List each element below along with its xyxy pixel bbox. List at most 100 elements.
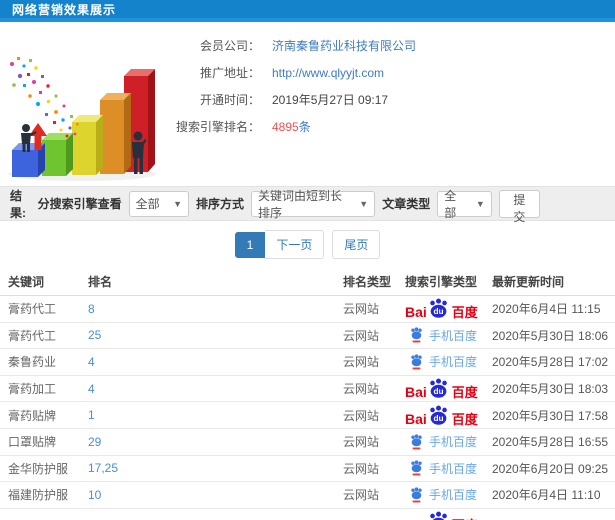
article-select-value: 全部 [444,188,457,220]
baidu-logo: Bai du 百度 [405,298,478,319]
rank-link[interactable]: 10 [88,488,343,502]
rank-type-cell: 云网站 [343,488,380,503]
growth-chart-illustration [8,57,156,181]
rank-type-cell: 云网站 [343,435,380,450]
summary-section: 会员公司： 济南秦鲁药业科技有限公司 推广地址： http://www.qlyy… [0,22,615,186]
submit-button[interactable]: 提交 [498,189,540,224]
promo-url-link[interactable]: http://www.qlyyjt.com [272,66,384,80]
engine-cell: Bai du 百度 手机百度 [405,353,492,370]
keyword-cell: 金华防护服 [8,461,69,476]
caret-down-icon: ▼ [173,198,182,209]
table-row: 膏药贴牌 1 云网站 Bai du 百度 2020年5月30日 17:58 [0,402,615,429]
promo-url-row: 推广地址： http://www.qlyyjt.com [168,59,416,86]
baidu-paw-icon: du [430,511,447,520]
updated-cell: 2020年6月4日 11:15 [492,302,601,317]
article-type-select[interactable]: 全部 ▼ [437,189,492,220]
last-page-button[interactable]: 尾页 [332,230,381,259]
title-bar: 网络营销效果展示 [0,0,615,22]
rank-link[interactable]: 25 [88,328,343,342]
member-company-link[interactable]: 济南秦鲁药业科技有限公司 [272,37,416,54]
engine-cell: Bai du 百度 手机百度 [405,511,492,520]
bar-orange [100,93,131,174]
open-time-row: 开通时间： 2019年5月27日 09:17 [168,86,416,113]
rank-type-cell: 云网站 [343,355,380,370]
mobile-paw-icon [411,354,422,370]
sort-select[interactable]: 关键词由短到长排序 ▼ [251,189,376,220]
engine-cell: Bai du 百度 手机百度 [405,298,492,319]
mobile-baidu-icon: 手机百度 [409,460,477,477]
baidu-paw-icon: du [430,405,447,425]
engine-select-value: 全部 [135,197,160,211]
rank-type-cell: 云网站 [343,408,380,423]
rank-link[interactable]: 1 [88,408,343,422]
engine-cell: Bai du 百度 手机百度 [405,460,492,477]
rank-link[interactable]: 8 [88,302,343,316]
page-title: 网络营销效果展示 [12,2,117,17]
filter-bar: 结果: 分搜索引擎查看 全部 ▼ 排序方式 关键词由短到长排序 ▼ 文章类型 全… [0,186,615,224]
engine-cell: Bai du 百度 手机百度 [405,433,492,450]
mobile-baidu-icon: 手机百度 [409,486,477,503]
mobile-paw-icon [411,434,422,450]
updated-cell: 2020年6月4日 11:10 [492,488,601,503]
svg-text:du: du [433,413,443,423]
mobile-paw-icon [411,327,422,343]
baidu-logo: Bai du 百度 [405,511,478,520]
engine-rank-value: 4895条 [272,118,311,135]
member-company-label: 会员公司： [199,39,260,53]
keyword-cell: 膏药贴牌 [8,408,57,423]
page-1-button[interactable]: 1 [234,231,266,258]
rank-type-cell: 云网站 [343,382,380,397]
table-header: 关键词 排名 排名类型 搜索引擎类型 最新更新时间 [0,268,615,296]
keyword-cell: 膏药代工 [8,302,57,317]
mobile-baidu-icon: 手机百度 [409,353,477,370]
header-rank-type: 排名类型 [343,275,392,289]
mobile-paw-icon [411,460,422,476]
rank-type-cell: 云网站 [343,302,380,317]
table-row: 福建防护服 10 云网站 Bai du 百度 [0,482,615,509]
table-row: 口罩贴牌 29 云网站 Bai du 百度 [0,429,615,456]
table-row: Bai du 百度 手机百度 [0,509,615,520]
baidu-paw-icon: du [430,298,447,319]
rank-link[interactable]: 4 [88,355,343,369]
keyword-cell: 秦鲁药业 [8,355,57,370]
next-page-button[interactable]: 下一页 [265,230,325,259]
keyword-cell: 口罩贴牌 [8,435,57,450]
updated-cell: 2020年5月30日 17:58 [492,408,609,423]
table-body: 膏药代工 8 云网站 Bai du 百度 2020年6月4日 11:15 膏药代… [0,296,615,520]
mobile-baidu-icon: 手机百度 [409,433,477,450]
engine-select[interactable]: 全部 ▼ [128,190,189,217]
table-row: 膏药代工 25 云网站 Bai du 百度 [0,323,615,350]
account-info: 会员公司： 济南秦鲁药业科技有限公司 推广地址： http://www.qlyy… [168,22,416,186]
table-row: 膏药加工 4 云网站 Bai du 百度 2020年5月30日 18:03 [0,376,615,403]
rank-type-cell: 云网站 [343,328,380,343]
rank-link[interactable]: 17,25 [88,461,343,475]
engine-filter-label: 分搜索引擎查看 [37,197,122,211]
header-updated: 最新更新时间 [492,275,565,289]
engine-cell: Bai du 百度 手机百度 [405,486,492,503]
rank-count-suffix: 条 [298,120,311,134]
pagination: 1 下一页 尾页 [0,221,615,268]
header-keyword: 关键词 [8,275,45,289]
svg-text:du: du [433,386,443,396]
rank-link[interactable]: 29 [88,435,343,449]
rank-count: 4895 [272,120,299,134]
mobile-baidu-icon: 手机百度 [409,327,477,344]
page: 网络营销效果展示 会员公司： 济南秦鲁药业科技有限公司 推广地址： http:/… [0,0,615,520]
rank-type-cell: 云网站 [343,461,380,476]
rank-link[interactable]: 4 [88,382,343,396]
engine-rank-row: 搜索引擎排名： 4895条 [168,113,416,140]
keyword-cell: 膏药加工 [8,382,57,397]
updated-cell: 2020年5月28日 16:55 [492,435,609,450]
table-row: 金华防护服 17,25 云网站 Bai du 百度 [0,456,615,483]
sort-filter-label: 排序方式 [195,197,244,211]
bar-green [42,133,73,176]
header-engine-type: 搜索引擎类型 [405,275,478,289]
keyword-cell: 福建防护服 [8,488,69,503]
filter-controls: 分搜索引擎查看 全部 ▼ 排序方式 关键词由短到长排序 ▼ 文章类型 全部 ▼ … [37,189,540,224]
baidu-paw-icon: du [430,378,447,398]
updated-cell: 2020年5月28日 17:02 [492,355,609,370]
engine-cell: Bai du 百度 手机百度 [405,327,492,344]
table-row: 膏药代工 8 云网站 Bai du 百度 2020年6月4日 11:15 [0,296,615,323]
updated-cell: 2020年6月20日 09:25 [492,461,609,476]
open-time-value: 2019年5月27日 09:17 [272,93,389,107]
